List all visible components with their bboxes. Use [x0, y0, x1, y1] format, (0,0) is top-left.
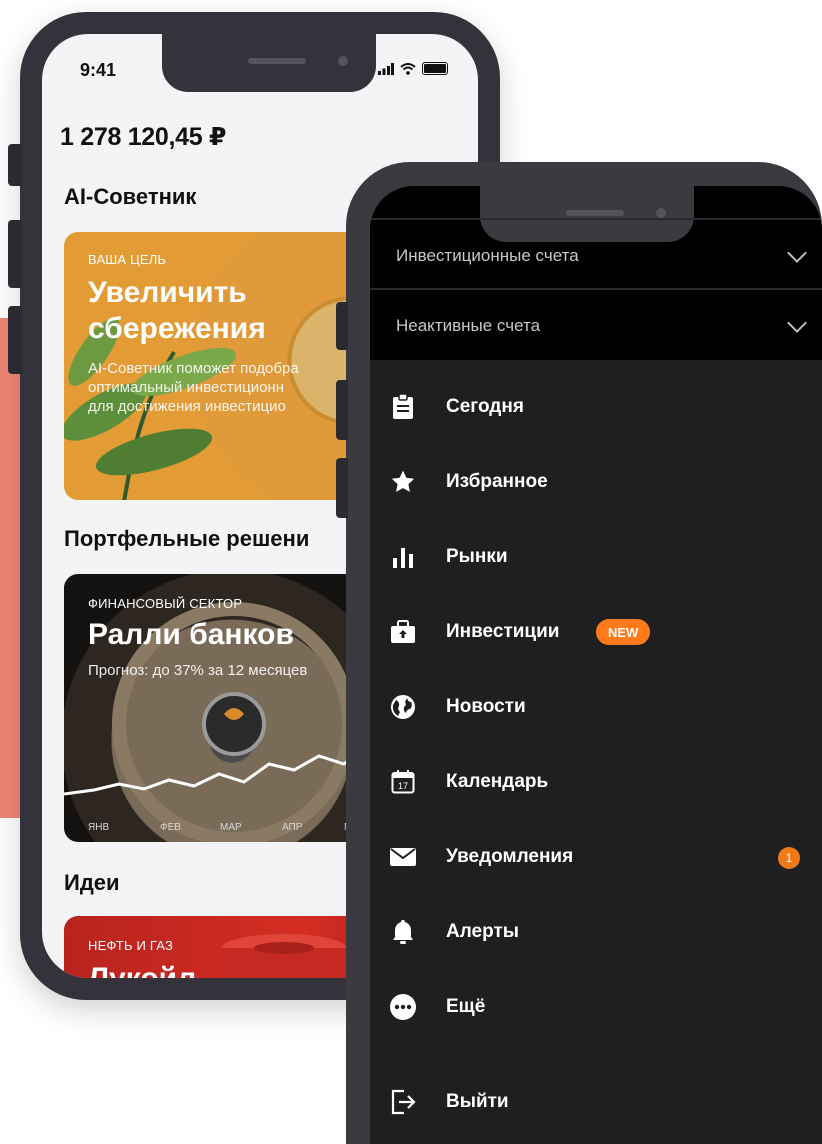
- front-side-button: [336, 380, 348, 440]
- mute-switch: [8, 144, 22, 186]
- bar-chart-icon: [388, 542, 418, 572]
- chevron-down-icon: [787, 313, 807, 333]
- month-label: ФЕВ: [160, 822, 181, 833]
- signal-icon: [378, 62, 394, 75]
- oil-barrel-illustration: [222, 934, 346, 978]
- menu-screen: Инвестиционные счета Неактивные счета Се…: [370, 186, 822, 1144]
- month-label: МАР: [220, 822, 242, 833]
- menu-item-alerts[interactable]: Алерты: [370, 907, 822, 957]
- menu-item-label: Новости: [446, 696, 526, 717]
- menu-item-label: Избранное: [446, 471, 548, 492]
- menu-item-label: Рынки: [446, 546, 508, 567]
- status-icons: [378, 62, 448, 75]
- menu-item-today[interactable]: Сегодня: [370, 382, 822, 432]
- briefcase-icon: [388, 617, 418, 647]
- bank-card-title: Ралли банков: [88, 618, 294, 651]
- menu-item-favorites[interactable]: Избранное: [370, 457, 822, 507]
- menu-item-news[interactable]: Новости: [370, 682, 822, 732]
- oil-card-title: Лукойл: [88, 962, 196, 978]
- month-label: ЯНВ: [88, 822, 110, 833]
- accounts-inactive-row[interactable]: Неактивные счета: [370, 292, 822, 360]
- menu-item-more[interactable]: Ещё: [370, 982, 822, 1032]
- menu-item-label: Сегодня: [446, 396, 524, 417]
- menu-item-label: Выйти: [446, 1091, 509, 1112]
- oil-card-tag: НЕФТЬ И ГАЗ: [88, 938, 173, 953]
- menu-item-notifications[interactable]: Уведомления 1: [370, 832, 822, 882]
- clipboard-icon: [388, 392, 418, 422]
- accounts-investment-row[interactable]: Инвестиционные счета: [370, 222, 822, 290]
- ai-card-title-line2: сбережения: [88, 312, 266, 345]
- front-side-button: [336, 458, 348, 518]
- section-title-ai: AI-Советник: [64, 184, 197, 209]
- ai-card-tag: ВАША ЦЕЛЬ: [88, 252, 167, 267]
- section-title-ideas: Идеи: [64, 870, 120, 895]
- logout-icon: [388, 1087, 418, 1117]
- menu-item-label: Уведомления: [446, 846, 574, 867]
- battery-icon: [422, 62, 448, 75]
- portfolio-balance: 1 278 120,45 ₽: [60, 123, 227, 151]
- status-time: 9:41: [80, 60, 117, 80]
- calendar-icon-day: 17: [398, 781, 408, 791]
- menu-item-investments[interactable]: Инвестиции NEW: [370, 607, 822, 657]
- menu-item-markets[interactable]: Рынки: [370, 532, 822, 582]
- more-icon: [388, 992, 418, 1022]
- volume-down-button: [8, 306, 22, 374]
- bell-icon: [388, 917, 418, 947]
- menu-item-logout[interactable]: Выйти: [370, 1077, 822, 1127]
- menu-item-label: Инвестиции: [446, 621, 560, 642]
- wifi-icon: [400, 62, 416, 75]
- star-icon: [388, 467, 418, 497]
- new-badge: NEW: [596, 619, 651, 645]
- bank-card-tag: ФИНАНСОВЫЙ СЕКТОР: [88, 596, 243, 611]
- mail-icon: [388, 842, 418, 872]
- front-phone: Инвестиционные счета Неактивные счета Се…: [336, 162, 822, 1144]
- back-phone-notch: [162, 34, 376, 92]
- front-side-button: [336, 302, 348, 350]
- divider: [370, 218, 822, 220]
- calendar-icon: 17: [388, 767, 418, 797]
- menu-item-label: Ещё: [446, 996, 486, 1017]
- menu-item-calendar[interactable]: 17 Календарь: [370, 757, 822, 807]
- ai-card-title-line1: Увеличить: [88, 276, 247, 309]
- divider: [370, 288, 822, 290]
- month-label: АПР: [282, 822, 303, 833]
- volume-up-button: [8, 220, 22, 288]
- accounts-investment-label: Инвестиционные счета: [396, 246, 579, 265]
- chevron-down-icon: [787, 243, 807, 263]
- notification-count-badge: 1: [778, 847, 800, 869]
- accounts-inactive-label: Неактивные счета: [396, 316, 541, 335]
- section-title-portfolio: Портфельные решени: [64, 526, 310, 551]
- globe-icon: [388, 692, 418, 722]
- menu-item-label: Календарь: [446, 771, 549, 792]
- menu-item-label: Алерты: [446, 921, 519, 942]
